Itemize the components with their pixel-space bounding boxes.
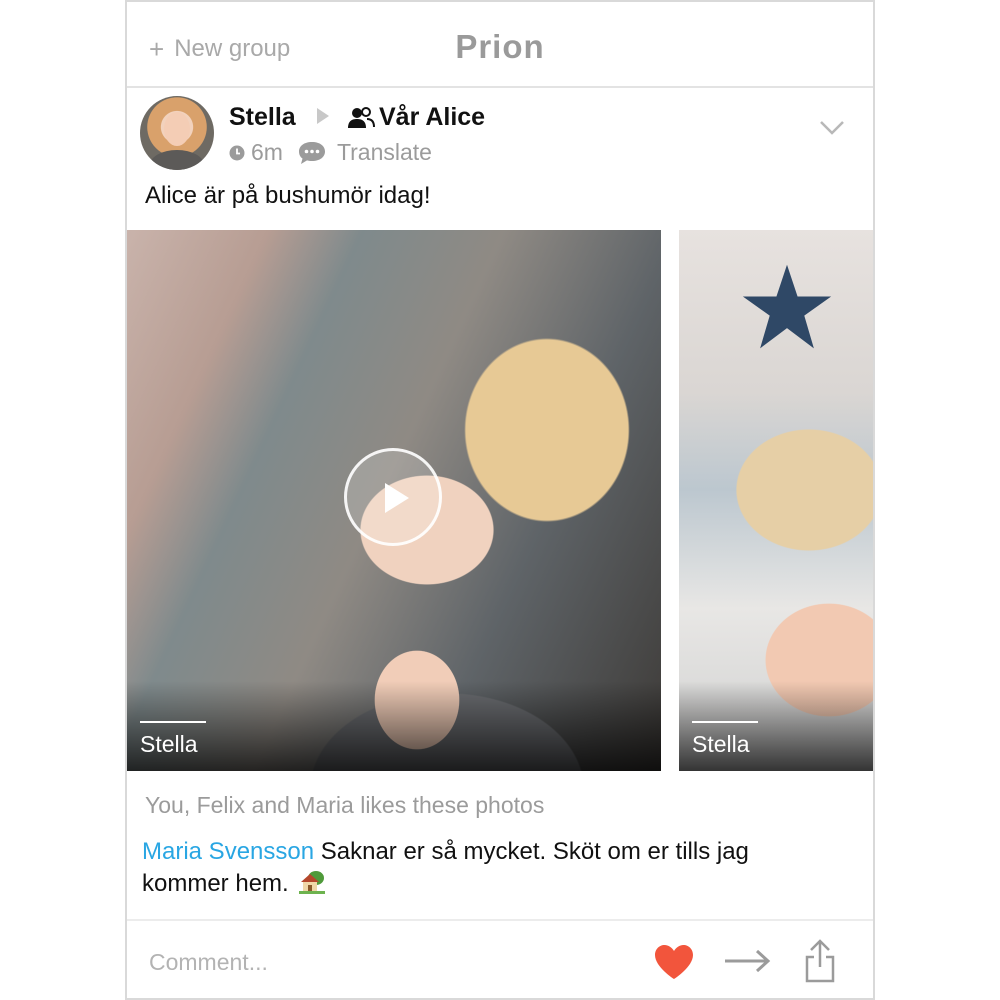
media-item-photo[interactable]: Stella	[679, 230, 873, 771]
clock-icon	[229, 145, 245, 160]
translate-link[interactable]: Translate	[337, 139, 432, 166]
comment-author[interactable]: Maria Svensson	[142, 838, 314, 865]
group-name: Vår Alice	[379, 103, 486, 131]
app-header: + New group Prion	[127, 2, 873, 88]
post-text: Alice är på bushumör idag!	[145, 182, 431, 209]
house-with-garden-icon	[299, 871, 326, 894]
author-avatar[interactable]	[140, 96, 214, 170]
play-icon	[385, 483, 409, 513]
play-arrow-separator-icon	[317, 108, 329, 124]
chat-bubble-icon	[298, 141, 325, 164]
star-pillow-icon	[742, 264, 832, 349]
app-frame: + New group Prion Stella Vår Alice 6m Tr…	[125, 0, 875, 1000]
group-link[interactable]: Vår Alice	[347, 103, 485, 132]
comment-input[interactable]	[149, 942, 589, 982]
divider	[127, 919, 873, 921]
share-icon[interactable]	[804, 939, 836, 983]
post-meta: 6m Translate	[229, 139, 432, 166]
likes-summary[interactable]: You, Felix and Maria likes these photos	[145, 792, 544, 819]
media-item-video[interactable]: Stella	[127, 230, 661, 771]
author-name[interactable]: Stella	[229, 103, 296, 132]
group-icon	[348, 106, 375, 128]
arrow-right-icon[interactable]	[723, 948, 771, 974]
comment: Maria Svensson Saknar er så mycket. Sköt…	[142, 836, 842, 900]
heart-icon[interactable]	[653, 943, 695, 981]
post-time: 6m	[251, 139, 283, 165]
media-caption: Stella	[692, 731, 750, 757]
chevron-down-icon[interactable]	[819, 120, 845, 136]
play-button[interactable]	[344, 448, 442, 546]
media-caption: Stella	[140, 731, 198, 757]
app-title: Prion	[455, 28, 545, 65]
